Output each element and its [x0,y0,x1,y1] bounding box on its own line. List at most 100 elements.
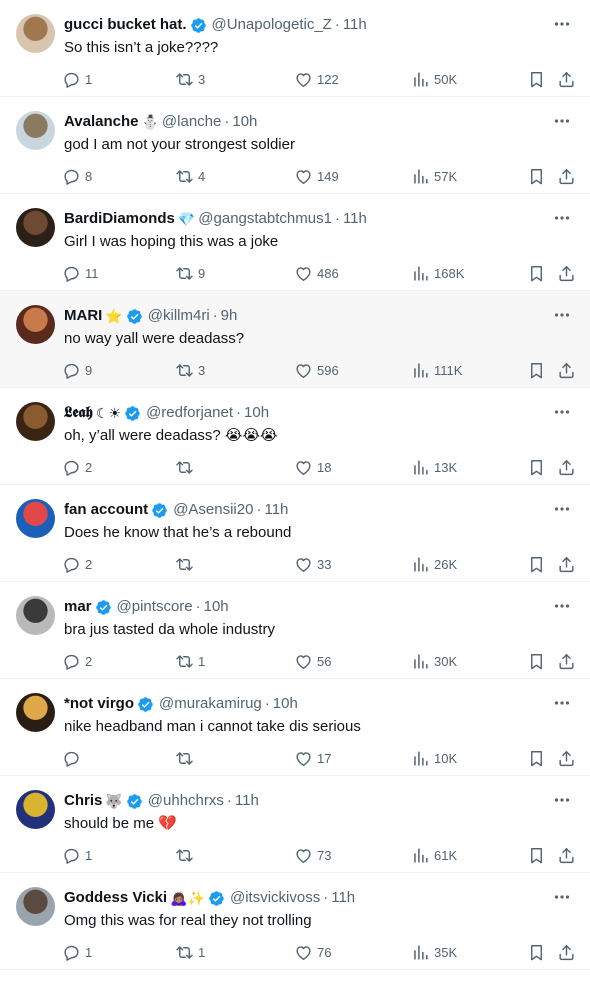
reply-button[interactable]: 2 [62,456,92,478]
retweet-button[interactable]: 1 [175,941,205,963]
verified-badge-icon[interactable] [151,502,168,519]
bookmark-button[interactable] [527,165,546,187]
display-name[interactable]: Avalanche [64,113,138,131]
avatar[interactable] [16,596,55,635]
verified-badge-icon[interactable] [95,599,112,616]
user-handle[interactable]: @murakamirug [159,695,262,713]
views-button[interactable]: 50K [411,68,457,90]
views-button[interactable]: 26K [411,553,457,575]
display-name[interactable]: 𝕷𝖊𝖆𝖍 [64,404,93,422]
user-handle[interactable]: @Asensii20 [173,501,253,519]
retweet-button[interactable] [175,553,198,575]
avatar[interactable] [16,499,55,538]
timestamp[interactable]: 10h [273,695,298,713]
avatar[interactable] [16,402,55,441]
avatar[interactable] [16,693,55,732]
share-button[interactable] [557,68,576,90]
user-handle[interactable]: @killm4ri [148,307,210,325]
display-name[interactable]: *not virgo [64,695,134,713]
bookmark-button[interactable] [527,941,546,963]
timestamp[interactable]: 10h [244,404,269,422]
reply-button[interactable]: 1 [62,68,92,90]
like-button[interactable]: 17 [294,747,331,769]
avatar[interactable] [16,208,55,247]
views-button[interactable]: 30K [411,650,457,672]
bookmark-button[interactable] [527,262,546,284]
views-button[interactable]: 61K [411,844,457,866]
share-button[interactable] [557,747,576,769]
views-button[interactable]: 111K [411,359,462,381]
views-button[interactable]: 57K [411,165,457,187]
display-name[interactable]: fan account [64,501,148,519]
bookmark-button[interactable] [527,456,546,478]
views-button[interactable]: 10K [411,747,457,769]
share-button[interactable] [557,553,576,575]
like-button[interactable]: 56 [294,650,331,672]
views-button[interactable]: 13K [411,456,457,478]
tweet[interactable]: Chris 🐺 @uhhchrxs · 11h should be me 💔 1 73 61K [0,776,590,873]
tweet[interactable]: 𝕷𝖊𝖆𝖍 ☾☀ @redforjanet · 10h oh, y’all were dea… [0,388,590,485]
user-handle[interactable]: @redforjanet [146,404,233,422]
retweet-button[interactable]: 3 [175,359,205,381]
views-button[interactable]: 168K [411,262,464,284]
timestamp[interactable]: 11h [331,889,355,907]
like-button[interactable]: 73 [294,844,331,866]
like-button[interactable]: 33 [294,553,331,575]
more-options-icon[interactable] [552,208,572,228]
bookmark-button[interactable] [527,650,546,672]
like-button[interactable]: 18 [294,456,331,478]
tweet[interactable]: gucci bucket hat. @Unapologetic_Z · 11h So t… [0,0,590,97]
bookmark-button[interactable] [527,553,546,575]
retweet-button[interactable]: 3 [175,68,205,90]
avatar[interactable] [16,111,55,150]
display-name[interactable]: mar [64,598,92,616]
reply-button[interactable]: 1 [62,941,92,963]
avatar[interactable] [16,790,55,829]
more-options-icon[interactable] [552,305,572,325]
share-button[interactable] [557,650,576,672]
tweet[interactable]: MARI ⭐ @killm4ri · 9h no way yall were deadas… [0,291,590,388]
retweet-button[interactable]: 9 [175,262,205,284]
user-handle[interactable]: @gangstabtchmus1 [198,210,332,228]
reply-button[interactable]: 9 [62,359,92,381]
avatar[interactable] [16,305,55,344]
share-button[interactable] [557,165,576,187]
reply-button[interactable]: 11 [62,262,99,284]
reply-button[interactable]: 1 [62,844,92,866]
share-button[interactable] [557,262,576,284]
timestamp[interactable]: 11h [343,210,367,228]
reply-button[interactable] [62,747,85,769]
bookmark-button[interactable] [527,359,546,381]
user-handle[interactable]: @Unapologetic_Z [212,16,332,34]
tweet[interactable]: Goddess Vicki 🙇🏽‍♀️✨ @itsvickivoss · 11h Omg … [0,873,590,970]
display-name[interactable]: BardiDiamonds [64,210,175,228]
retweet-button[interactable]: 4 [175,165,205,187]
like-button[interactable]: 122 [294,68,339,90]
bookmark-button[interactable] [527,68,546,90]
retweet-button[interactable] [175,747,198,769]
share-button[interactable] [557,359,576,381]
timestamp[interactable]: 11h [343,16,367,34]
more-options-icon[interactable] [552,887,572,907]
verified-badge-icon[interactable] [124,405,141,422]
tweet[interactable]: Avalanche ⛄ @lanche · 10h god I am not your s… [0,97,590,194]
retweet-button[interactable]: 1 [175,650,205,672]
reply-button[interactable]: 2 [62,650,92,672]
more-options-icon[interactable] [552,14,572,34]
timestamp[interactable]: 10h [204,598,229,616]
more-options-icon[interactable] [552,111,572,131]
like-button[interactable]: 486 [294,262,339,284]
tweet[interactable]: fan account @Asensii20 · 11h Does he know th… [0,485,590,582]
reply-button[interactable]: 2 [62,553,92,575]
user-handle[interactable]: @lanche [162,113,221,131]
user-handle[interactable]: @itsvickivoss [230,889,320,907]
verified-badge-icon[interactable] [137,696,154,713]
user-handle[interactable]: @uhhchrxs [148,792,224,810]
avatar[interactable] [16,887,55,926]
user-handle[interactable]: @pintscore [117,598,193,616]
display-name[interactable]: Chris [64,792,102,810]
like-button[interactable]: 76 [294,941,331,963]
bookmark-button[interactable] [527,747,546,769]
timestamp[interactable]: 11h [264,501,288,519]
views-button[interactable]: 35K [411,941,457,963]
